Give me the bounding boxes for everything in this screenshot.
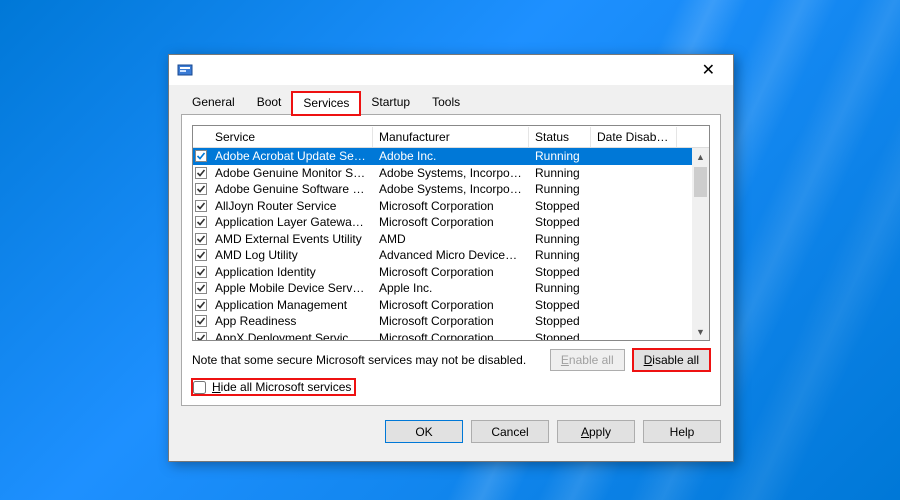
cell-service: Adobe Acrobat Update Service <box>209 149 373 163</box>
table-row[interactable]: Application ManagementMicrosoft Corporat… <box>193 297 709 314</box>
cell-status: Running <box>529 182 591 196</box>
row-checkbox[interactable] <box>193 150 209 162</box>
enable-all-button[interactable]: Enable all <box>550 349 625 371</box>
cell-service: Apple Mobile Device Service <box>209 281 373 295</box>
cell-status: Running <box>529 149 591 163</box>
table-row[interactable]: Adobe Acrobat Update ServiceAdobe Inc.Ru… <box>193 148 709 165</box>
cell-manufacturer: Microsoft Corporation <box>373 265 529 279</box>
scroll-thumb[interactable] <box>694 167 707 197</box>
cell-service: Application Layer Gateway Service <box>209 215 373 229</box>
help-button[interactable]: Help <box>643 420 721 443</box>
hide-microsoft-label: Hide all Microsoft services <box>212 380 351 394</box>
table-body: Adobe Acrobat Update ServiceAdobe Inc.Ru… <box>193 148 709 341</box>
cell-service: AMD External Events Utility <box>209 232 373 246</box>
cell-manufacturer: Adobe Systems, Incorpora... <box>373 166 529 180</box>
table-row[interactable]: AMD External Events UtilityAMDRunning <box>193 231 709 248</box>
cell-status: Stopped <box>529 265 591 279</box>
tab-services[interactable]: Services <box>292 92 360 115</box>
cell-status: Stopped <box>529 314 591 328</box>
row-checkbox[interactable] <box>193 266 209 278</box>
row-checkbox[interactable] <box>193 200 209 212</box>
titlebar: ✕ <box>169 55 733 85</box>
cell-service: AllJoyn Router Service <box>209 199 373 213</box>
table-row[interactable]: Adobe Genuine Monitor ServiceAdobe Syste… <box>193 165 709 182</box>
cell-status: Stopped <box>529 331 591 341</box>
cell-status: Stopped <box>529 298 591 312</box>
disable-all-button[interactable]: Disable all <box>633 349 710 371</box>
row-checkbox[interactable] <box>193 299 209 311</box>
cell-status: Running <box>529 232 591 246</box>
row-checkbox[interactable] <box>193 332 209 341</box>
msconfig-dialog: ✕ General Boot Services Startup Tools Se… <box>168 54 734 462</box>
cell-status: Stopped <box>529 199 591 213</box>
table-row[interactable]: Application IdentityMicrosoft Corporatio… <box>193 264 709 281</box>
row-checkbox[interactable] <box>193 216 209 228</box>
table-row[interactable]: Adobe Genuine Software Integri...Adobe S… <box>193 181 709 198</box>
table-row[interactable]: AllJoyn Router ServiceMicrosoft Corporat… <box>193 198 709 215</box>
cancel-button[interactable]: Cancel <box>471 420 549 443</box>
row-checkbox[interactable] <box>193 167 209 179</box>
cell-service: Application Identity <box>209 265 373 279</box>
col-date-disabled[interactable]: Date Disabled <box>591 127 677 147</box>
app-icon <box>177 62 193 78</box>
row-checkbox[interactable] <box>193 315 209 327</box>
cell-manufacturer: Microsoft Corporation <box>373 314 529 328</box>
cell-status: Running <box>529 248 591 262</box>
ok-button[interactable]: OK <box>385 420 463 443</box>
cell-service: AppX Deployment Service (AppX... <box>209 331 373 341</box>
row-checkbox[interactable] <box>193 233 209 245</box>
vertical-scrollbar[interactable]: ▲ ▼ <box>692 148 709 340</box>
hide-microsoft-checkbox-row[interactable]: Hide all Microsoft services <box>192 379 355 395</box>
table-row[interactable]: App ReadinessMicrosoft CorporationStoppe… <box>193 313 709 330</box>
services-table: Service Manufacturer Status Date Disable… <box>192 125 710 341</box>
cell-manufacturer: Microsoft Corporation <box>373 199 529 213</box>
table-row[interactable]: AppX Deployment Service (AppX...Microsof… <box>193 330 709 342</box>
cell-manufacturer: AMD <box>373 232 529 246</box>
table-row[interactable]: Apple Mobile Device ServiceApple Inc.Run… <box>193 280 709 297</box>
scroll-track[interactable] <box>692 165 709 323</box>
cell-status: Stopped <box>529 215 591 229</box>
cell-manufacturer: Microsoft Corporation <box>373 215 529 229</box>
cell-service: Adobe Genuine Monitor Service <box>209 166 373 180</box>
cell-manufacturer: Adobe Inc. <box>373 149 529 163</box>
tab-startup[interactable]: Startup <box>360 91 421 114</box>
cell-status: Running <box>529 166 591 180</box>
col-status[interactable]: Status <box>529 127 591 147</box>
services-panel: Service Manufacturer Status Date Disable… <box>181 114 721 406</box>
cell-manufacturer: Microsoft Corporation <box>373 298 529 312</box>
tab-tools[interactable]: Tools <box>421 91 471 114</box>
cell-manufacturer: Adobe Systems, Incorpora... <box>373 182 529 196</box>
scroll-up-button[interactable]: ▲ <box>692 148 709 165</box>
apply-button[interactable]: Apply <box>557 420 635 443</box>
row-checkbox[interactable] <box>193 249 209 261</box>
cell-manufacturer: Microsoft Corporation <box>373 331 529 341</box>
hide-microsoft-checkbox[interactable] <box>193 381 206 394</box>
table-header: Service Manufacturer Status Date Disable… <box>193 126 709 148</box>
row-checkbox[interactable] <box>193 282 209 294</box>
table-row[interactable]: Application Layer Gateway ServiceMicroso… <box>193 214 709 231</box>
cell-service: App Readiness <box>209 314 373 328</box>
note-text: Note that some secure Microsoft services… <box>192 353 526 367</box>
cell-manufacturer: Apple Inc. <box>373 281 529 295</box>
row-checkbox[interactable] <box>193 183 209 195</box>
cell-manufacturer: Advanced Micro Devices, I... <box>373 248 529 262</box>
col-service[interactable]: Service <box>209 127 373 147</box>
cell-service: Adobe Genuine Software Integri... <box>209 182 373 196</box>
col-manufacturer[interactable]: Manufacturer <box>373 127 529 147</box>
close-button[interactable]: ✕ <box>692 56 725 84</box>
tab-strip: General Boot Services Startup Tools <box>169 85 733 114</box>
tab-boot[interactable]: Boot <box>246 91 293 114</box>
table-row[interactable]: AMD Log UtilityAdvanced Micro Devices, I… <box>193 247 709 264</box>
cell-service: AMD Log Utility <box>209 248 373 262</box>
tab-general[interactable]: General <box>181 91 246 114</box>
cell-status: Running <box>529 281 591 295</box>
dialog-buttons: OK Cancel Apply Help <box>169 414 733 453</box>
cell-service: Application Management <box>209 298 373 312</box>
scroll-down-button[interactable]: ▼ <box>692 323 709 340</box>
